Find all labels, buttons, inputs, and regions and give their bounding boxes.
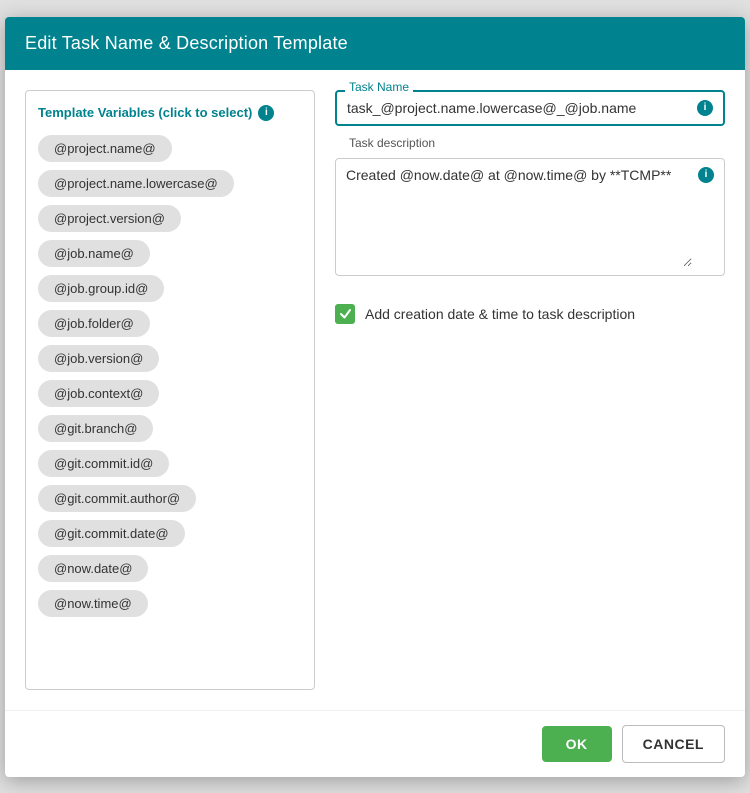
variable-chip[interactable]: @git.commit.id@ <box>38 450 169 477</box>
task-name-input[interactable] <box>347 100 691 116</box>
dialog-title: Edit Task Name & Description Template <box>25 33 348 53</box>
dialog-header: Edit Task Name & Description Template <box>5 17 745 70</box>
variable-chip[interactable]: @now.time@ <box>38 590 148 617</box>
variable-chip[interactable]: @git.commit.date@ <box>38 520 185 547</box>
checkmark-icon <box>339 307 352 320</box>
dialog-body: Template Variables (click to select) i @… <box>5 70 745 710</box>
task-name-wrapper: i <box>335 90 725 126</box>
variable-chip[interactable]: @job.folder@ <box>38 310 150 337</box>
variable-chip[interactable]: @job.name@ <box>38 240 150 267</box>
variable-chip[interactable]: @git.commit.author@ <box>38 485 196 512</box>
variable-chip[interactable]: @project.name.lowercase@ <box>38 170 234 197</box>
left-panel-header: Template Variables (click to select) i <box>38 105 302 121</box>
task-desc-label: Task description <box>345 136 439 150</box>
add-creation-date-checkbox[interactable] <box>335 304 355 324</box>
variable-chip[interactable]: @job.context@ <box>38 380 159 407</box>
task-name-info-icon[interactable]: i <box>697 100 713 116</box>
template-variables-info-icon[interactable]: i <box>258 105 274 121</box>
checkbox-label: Add creation date & time to task descrip… <box>365 306 635 322</box>
task-desc-textarea[interactable] <box>346 167 692 267</box>
task-name-field-group: Task Name i <box>335 90 725 126</box>
variable-list: @project.name@ @project.name.lowercase@ @p… <box>38 135 302 617</box>
ok-button[interactable]: OK <box>542 726 612 762</box>
variable-chip[interactable]: @project.name@ <box>38 135 172 162</box>
variable-chip[interactable]: @now.date@ <box>38 555 148 582</box>
cancel-button[interactable]: CANCEL <box>622 725 725 763</box>
template-variables-label: Template Variables (click to select) <box>38 105 252 120</box>
task-name-label: Task Name <box>345 80 413 94</box>
variable-chip[interactable]: @git.branch@ <box>38 415 153 442</box>
task-desc-info-icon[interactable]: i <box>698 167 714 183</box>
left-panel: Template Variables (click to select) i @… <box>25 90 315 690</box>
checkbox-row: Add creation date & time to task descrip… <box>335 304 725 324</box>
right-panel: Task Name i Task description i <box>335 90 725 690</box>
task-desc-wrapper: i <box>335 158 725 276</box>
edit-task-dialog: Edit Task Name & Description Template Te… <box>5 17 745 777</box>
task-desc-field-group: Task description i <box>335 146 725 276</box>
variable-chip[interactable]: @project.version@ <box>38 205 181 232</box>
dialog-footer: OK CANCEL <box>5 710 745 777</box>
variable-chip[interactable]: @job.group.id@ <box>38 275 164 302</box>
variable-chip[interactable]: @job.version@ <box>38 345 159 372</box>
